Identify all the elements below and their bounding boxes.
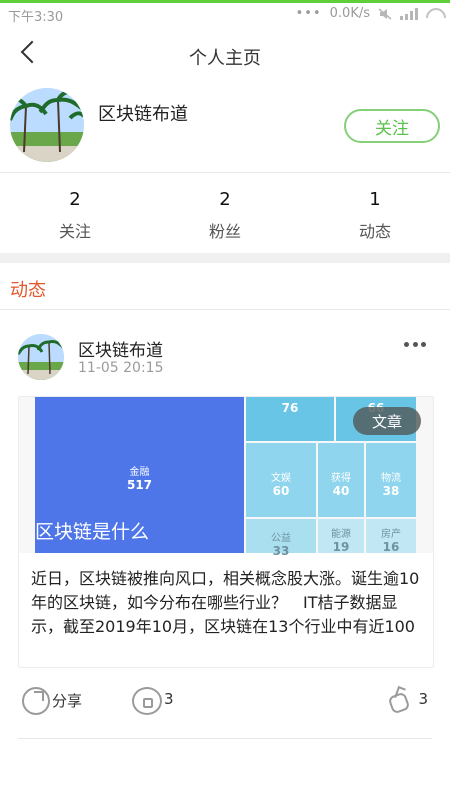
- page-title: 个人主页: [189, 48, 261, 69]
- share-label[interactable]: 分享: [52, 690, 82, 711]
- follow-button[interactable]: 关注: [344, 109, 440, 143]
- follow-button-label: 关注: [375, 118, 409, 139]
- post-card[interactable]: 金融 517 76 66 文娱 60 获得 40 物流 38: [18, 396, 434, 668]
- post-avatar[interactable]: [18, 334, 64, 380]
- treemap-block: 获得 40: [318, 443, 364, 517]
- avatar[interactable]: [10, 88, 84, 162]
- stat-following-value: 2: [69, 189, 81, 210]
- treemap-label: 文娱: [271, 473, 291, 484]
- treemap-value: 40: [332, 484, 350, 498]
- like-icon[interactable]: [388, 687, 410, 711]
- comment-icon[interactable]: [132, 687, 162, 715]
- treemap-label: 公益: [271, 533, 291, 544]
- treemap-block: 物流 38: [366, 443, 416, 517]
- post-text: 近日，区块链被推向风口，相关概念股大涨。诞生逾10年的区块链，如今分布在哪些行业…: [31, 569, 420, 636]
- treemap-block: 房产 16: [366, 519, 416, 554]
- treemap-value: 517: [126, 478, 153, 492]
- treemap-block: 76: [246, 397, 334, 441]
- stat-posts[interactable]: 1 动态: [300, 173, 450, 253]
- profile-name: 区块链布道: [98, 104, 188, 125]
- more-icon[interactable]: [404, 342, 426, 348]
- status-right-group: ••• 0.0K/s: [296, 6, 442, 21]
- post-author[interactable]: 区块链布道: [78, 336, 163, 361]
- wifi-icon: [426, 8, 442, 20]
- treemap-block: 公益 33: [246, 519, 316, 558]
- treemap-block: 文娱 60: [246, 443, 316, 517]
- treemap-value: 76: [281, 401, 299, 415]
- section-divider: [0, 309, 450, 310]
- treemap-label: 获得: [331, 473, 351, 484]
- mute-icon: [378, 7, 392, 20]
- comment-count[interactable]: 3: [164, 690, 174, 708]
- treemap-block: 能源 19: [318, 519, 364, 554]
- treemap-value: 19: [332, 540, 350, 554]
- profile-header: 区块链布道 关注: [0, 86, 450, 172]
- network-speed: 0.0K/s: [329, 6, 370, 21]
- stat-followers-value: 2: [219, 189, 231, 210]
- share-icon[interactable]: [22, 687, 50, 715]
- stat-following[interactable]: 2 关注: [0, 173, 150, 253]
- bottom-divider: [18, 738, 432, 739]
- post-actions: 分享 3 3: [0, 684, 450, 720]
- stat-posts-value: 1: [369, 189, 381, 210]
- treemap-label: 金融: [129, 467, 150, 478]
- header-bar: 个人主页: [0, 32, 450, 76]
- stat-following-label: 关注: [58, 222, 91, 241]
- signal-icon: [400, 7, 418, 20]
- post-header: 区块链布道 11-05 20:15: [0, 326, 450, 386]
- article-badge-label: 文章: [371, 412, 402, 431]
- treemap-label: 房产: [381, 529, 401, 540]
- treemap-label: 物流: [381, 473, 401, 484]
- section-separator: [0, 253, 450, 263]
- stat-posts-label: 动态: [358, 222, 391, 241]
- treemap-value: 38: [382, 484, 400, 498]
- treemap-value: 60: [272, 484, 290, 498]
- status-time: 下午3:30: [8, 10, 64, 25]
- article-badge: 文章: [353, 407, 421, 435]
- stat-followers[interactable]: 2 粉丝: [150, 173, 300, 253]
- profile-stats: 2 关注 2 粉丝 1 动态: [0, 173, 450, 253]
- treemap-value: 33: [272, 544, 290, 558]
- cover-title: 区块链是什么: [35, 521, 150, 543]
- status-bar: 下午3:30 ••• 0.0K/s: [0, 3, 450, 27]
- post-time: 11-05 20:15: [78, 360, 164, 376]
- treemap-value: 16: [382, 540, 400, 554]
- section-title: 动态: [10, 280, 46, 301]
- stat-followers-label: 粉丝: [208, 222, 241, 241]
- post-cover-image: 金融 517 76 66 文娱 60 获得 40 物流 38: [19, 397, 433, 558]
- status-dots: •••: [295, 6, 322, 21]
- treemap-label: 能源: [331, 529, 351, 540]
- like-count[interactable]: 3: [418, 690, 428, 708]
